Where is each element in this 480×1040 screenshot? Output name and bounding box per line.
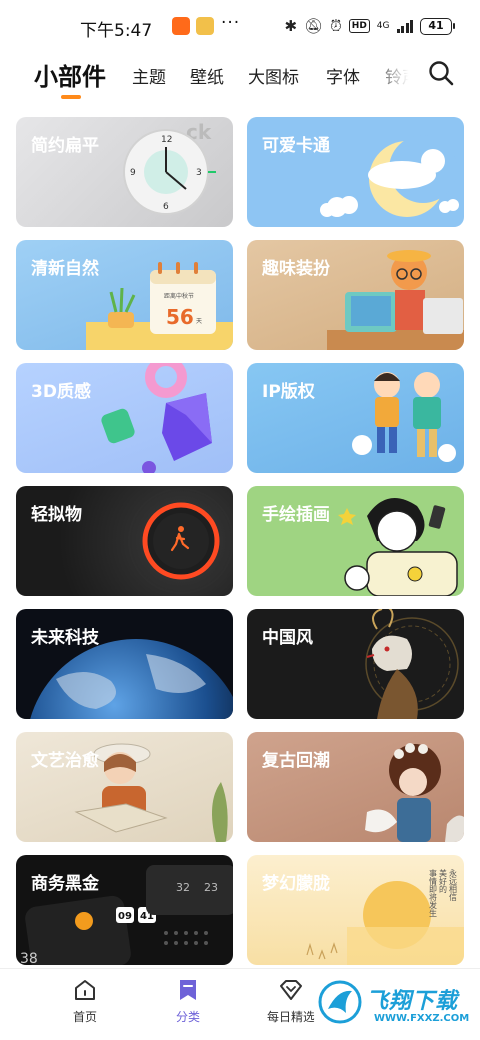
- category-card-business[interactable]: 09 41 32 23 38 商务黑金: [16, 855, 233, 965]
- svg-text:3: 3: [196, 168, 202, 178]
- widget-value-b: 23: [204, 881, 218, 894]
- signal-icon: [396, 19, 413, 33]
- watermark-logo-icon: [318, 980, 362, 1024]
- calendar-caption: 距离中秋节: [164, 292, 194, 300]
- alarm-icon: ⏰︎: [330, 17, 342, 35]
- category-card-flat[interactable]: ck 12 3 6 9 简约扁平: [16, 117, 233, 227]
- hd-badge: HD: [348, 19, 370, 33]
- category-card-retro[interactable]: 复古回潮: [247, 732, 464, 842]
- app-notification-icon: [172, 17, 190, 35]
- card-label: IP版权: [262, 382, 315, 402]
- poem-line-3: 事情即将发生: [429, 868, 438, 917]
- card-label: 复古回潮: [262, 751, 330, 771]
- calendar-unit: 天: [196, 318, 202, 325]
- category-card-neumorphic[interactable]: 轻拟物: [16, 486, 233, 596]
- svg-text:9: 9: [130, 168, 136, 178]
- more-notifications-icon: ···: [221, 13, 241, 33]
- card-label: 简约扁平: [31, 136, 99, 156]
- nav-category[interactable]: 分类: [148, 977, 228, 1025]
- card-label: 中国风: [262, 628, 313, 648]
- app-notification-icon-2: [196, 17, 214, 35]
- category-card-ip[interactable]: IP版权: [247, 363, 464, 473]
- bluetooth-icon: ✱: [284, 17, 298, 35]
- active-tab-indicator: [61, 95, 81, 99]
- card-label: 手绘插画: [262, 505, 330, 525]
- tabs-fade-overlay: [370, 55, 418, 105]
- status-time: 下午5:47: [80, 21, 153, 41]
- home-icon: [75, 980, 95, 1000]
- category-card-future-tech[interactable]: 未来科技: [16, 609, 233, 719]
- status-indicators: ✱ 🔕︎ ⏰︎ HD 4G 41: [284, 15, 455, 37]
- watermark-url: WWW.FXXZ.COM: [374, 1013, 470, 1024]
- card-label: 可爱卡通: [262, 136, 330, 156]
- nav-category-label: 分类: [175, 1010, 200, 1024]
- card-label: 梦幻朦胧: [262, 874, 330, 894]
- category-card-handdrawn[interactable]: 手绘插画: [247, 486, 464, 596]
- widget-category-grid: ck 12 3 6 9 简约扁平 可爱卡通 距离中秋节 56 天 清新自然 趣味…: [16, 117, 464, 967]
- category-card-fresh[interactable]: 距离中秋节 56 天 清新自然: [16, 240, 233, 350]
- site-watermark: 飞翔下载 WWW.FXXZ.COM: [314, 975, 474, 1035]
- card-label: 轻拟物: [31, 505, 82, 525]
- category-card-3d[interactable]: 3D质感: [16, 363, 233, 473]
- card-label: 3D质感: [31, 382, 91, 402]
- nav-home-label: 首页: [72, 1010, 97, 1024]
- card-label: 商务黑金: [31, 874, 99, 894]
- svg-text:6: 6: [163, 202, 169, 212]
- tab-wallpapers[interactable]: 壁纸: [190, 63, 224, 88]
- card-label: 趣味装扮: [262, 259, 330, 279]
- nav-home[interactable]: 首页: [45, 977, 125, 1025]
- svg-text:12: 12: [161, 135, 172, 145]
- status-bar: 下午5:47 ··· ✱ 🔕︎ ⏰︎ HD 4G 41: [0, 0, 480, 52]
- search-icon[interactable]: [428, 60, 454, 86]
- category-card-artsy[interactable]: 文艺治愈: [16, 732, 233, 842]
- widget-hour: 09: [118, 911, 132, 922]
- mute-icon: 🔕︎: [304, 17, 324, 35]
- card-label: 清新自然: [31, 259, 99, 279]
- category-card-fun[interactable]: 趣味装扮: [247, 240, 464, 350]
- poem-line-1: 美好的: [439, 868, 448, 894]
- diamond-icon: [280, 980, 302, 1000]
- tab-themes[interactable]: 主题: [132, 63, 166, 88]
- category-card-cartoon[interactable]: 可爱卡通: [247, 117, 464, 227]
- card-label: 文艺治愈: [31, 751, 99, 771]
- widget-value-a: 32: [176, 881, 190, 894]
- tab-widgets[interactable]: 小部件: [34, 57, 106, 92]
- poem-line-2: 永远相信: [449, 868, 458, 902]
- category-card-dreamy[interactable]: 美好的 永远相信 事情即将发生 梦幻朦胧: [247, 855, 464, 965]
- calendar-days: 56: [166, 305, 194, 329]
- bookmark-icon: [180, 980, 196, 1000]
- battery-icon: 41: [420, 17, 455, 35]
- tab-big-icons[interactable]: 大图标: [248, 63, 299, 88]
- watermark-title: 飞翔下载: [366, 989, 459, 1014]
- network-type: 4G: [376, 21, 390, 31]
- widget-value-c: 38: [20, 951, 38, 965]
- category-tabs: 小部件 主题 壁纸 大图标 字体 铃声: [0, 55, 480, 105]
- category-card-chinese-style[interactable]: 中国风: [247, 609, 464, 719]
- tab-fonts[interactable]: 字体: [326, 63, 360, 88]
- card-label: 未来科技: [31, 628, 99, 648]
